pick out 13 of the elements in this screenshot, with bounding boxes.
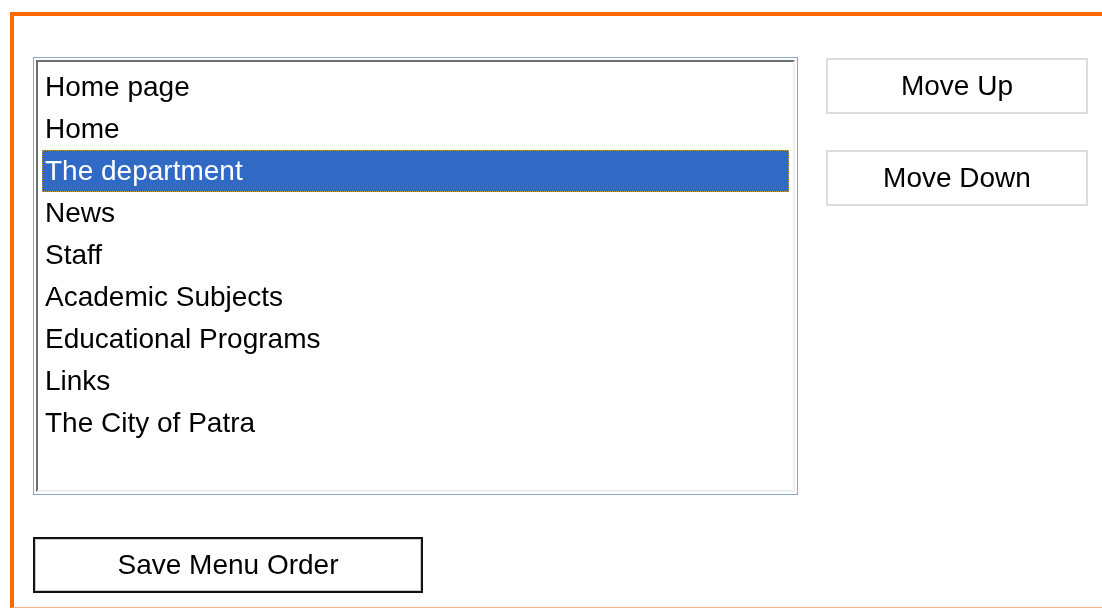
- menu-list-item[interactable]: Academic Subjects: [42, 276, 793, 318]
- menu-list-item[interactable]: Educational Programs: [42, 318, 793, 360]
- move-button[interactable]: Move Up: [826, 58, 1088, 114]
- move-button[interactable]: Move Down: [826, 150, 1088, 206]
- menu-list-item[interactable]: Staff: [42, 234, 793, 276]
- menu-listbox[interactable]: Home page Home The department News Staff Academic Subjects Educational Programs Links The City of Patra: [33, 57, 798, 495]
- save-menu-order-button[interactable]: Save Menu Order: [33, 537, 423, 593]
- menu-list-item[interactable]: Links: [42, 360, 793, 402]
- menu-list-item[interactable]: News: [42, 192, 793, 234]
- menu-list-item[interactable]: The department: [42, 150, 789, 192]
- menu-list-item[interactable]: Home: [42, 108, 793, 150]
- menu-list-item[interactable]: The City of Patra: [42, 402, 793, 444]
- menu-list-item[interactable]: Home page: [42, 66, 793, 108]
